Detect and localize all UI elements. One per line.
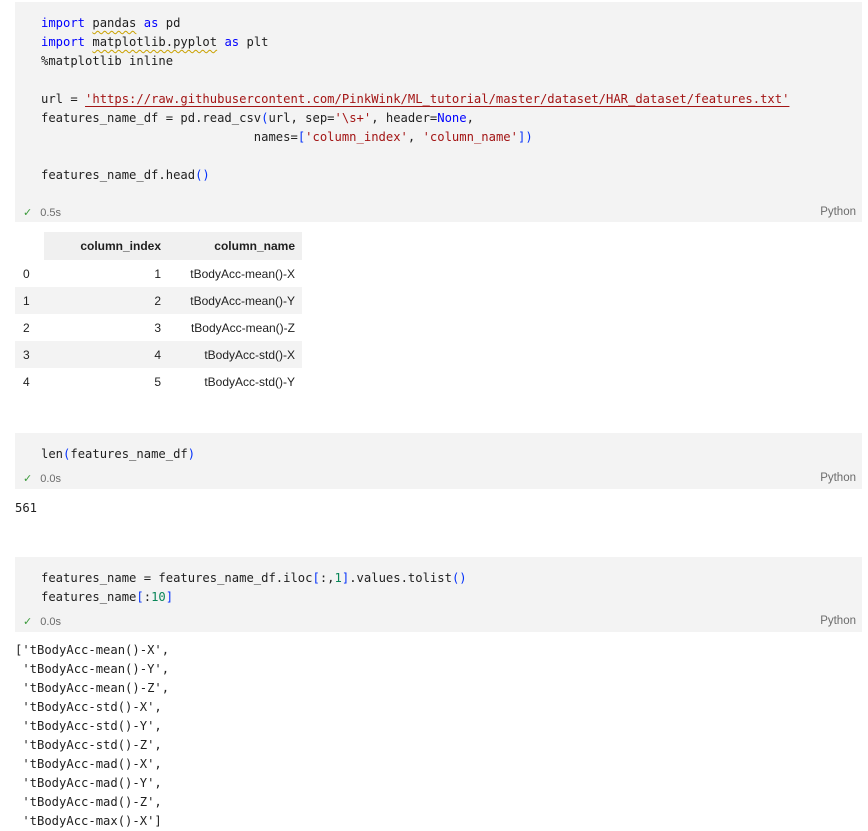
code-token: , header= bbox=[371, 111, 438, 125]
code-token: features_name bbox=[41, 590, 137, 604]
code-token: %matplotlib inline bbox=[41, 54, 174, 68]
code-token: as bbox=[143, 16, 159, 30]
code-token: ) bbox=[187, 447, 196, 461]
code-token: pandas bbox=[92, 16, 137, 30]
table-cell: 1 bbox=[44, 260, 168, 287]
table-cell: tBodyAcc-mean()-Z bbox=[168, 314, 302, 341]
row-index: 1 bbox=[15, 287, 44, 314]
table-cell: tBodyAcc-std()-X bbox=[168, 341, 302, 368]
code-token: , bbox=[466, 111, 474, 125]
exec-time: 0.0s bbox=[40, 616, 62, 628]
column-header: column_index bbox=[44, 232, 168, 260]
row-index: 0 bbox=[15, 260, 44, 287]
index-header bbox=[15, 232, 44, 260]
code-token: import bbox=[41, 16, 86, 30]
code-token: features_name_df bbox=[70, 447, 188, 461]
code-token: 1 bbox=[334, 571, 342, 585]
cell-status: ✓ 0.5s bbox=[23, 206, 61, 219]
table-row: 3 4 tBodyAcc-std()-X bbox=[15, 341, 302, 368]
code-token: url, sep= bbox=[268, 111, 335, 125]
check-icon: ✓ bbox=[23, 207, 33, 219]
row-index: 4 bbox=[15, 368, 44, 395]
table-header-row: column_index column_name bbox=[15, 232, 302, 260]
code-editor[interactable]: len(features_name_df) bbox=[41, 445, 195, 464]
code-token: features_name_df.head bbox=[41, 168, 196, 182]
code-line[interactable]: names=['column_index', 'column_name']) bbox=[41, 128, 789, 147]
table-row: 2 3 tBodyAcc-mean()-Z bbox=[15, 314, 302, 341]
table-cell: tBodyAcc-mean()-X bbox=[168, 260, 302, 287]
exec-time: 0.0s bbox=[40, 473, 62, 485]
code-token: , bbox=[407, 130, 423, 144]
table-cell: tBodyAcc-std()-Y bbox=[168, 368, 302, 395]
code-editor[interactable]: features_name = features_name_df.iloc[:,… bbox=[41, 569, 467, 607]
code-line[interactable]: features_name_df = pd.read_csv(url, sep=… bbox=[41, 109, 789, 128]
code-token: None bbox=[437, 111, 467, 125]
code-token: plt bbox=[239, 35, 269, 49]
code-token: as bbox=[224, 35, 240, 49]
code-line[interactable]: features_name_df.head() bbox=[41, 166, 789, 185]
code-token: pd bbox=[158, 16, 181, 30]
dataframe-output: column_index column_name 0 1 tBodyAcc-me… bbox=[15, 232, 302, 395]
code-token: features_name_df = pd.read_csv bbox=[41, 111, 262, 125]
code-token: len bbox=[41, 447, 64, 461]
code-token: '\s+' bbox=[334, 111, 372, 125]
language-label[interactable]: Python bbox=[820, 615, 856, 627]
code-line[interactable]: import pandas as pd bbox=[41, 14, 789, 33]
code-line[interactable]: %matplotlib inline bbox=[41, 52, 789, 71]
code-token: names= bbox=[41, 130, 298, 144]
column-header: column_name bbox=[168, 232, 302, 260]
code-cell-3[interactable]: features_name = features_name_df.iloc[:,… bbox=[15, 557, 862, 632]
check-icon: ✓ bbox=[23, 616, 33, 628]
table-row: 1 2 tBodyAcc-mean()-Y bbox=[15, 287, 302, 314]
table-cell: 5 bbox=[44, 368, 168, 395]
code-token: () bbox=[451, 571, 467, 585]
table-cell: tBodyAcc-mean()-Y bbox=[168, 287, 302, 314]
cell-output: 561 bbox=[15, 501, 38, 515]
code-token: () bbox=[195, 168, 210, 182]
code-token: ] bbox=[165, 590, 174, 604]
code-token: features_name = features_name_df.iloc bbox=[41, 571, 313, 585]
code-cell-1[interactable]: import pandas as pd import matplotlib.pyp… bbox=[15, 2, 862, 222]
code-line[interactable]: import matplotlib.pyplot as plt bbox=[41, 33, 789, 52]
code-line[interactable]: len(features_name_df) bbox=[41, 445, 195, 464]
cell-output: ['tBodyAcc-mean()-X', 'tBodyAcc-mean()-Y… bbox=[15, 643, 170, 828]
code-token: :, bbox=[319, 571, 335, 585]
code-token: [ bbox=[136, 590, 144, 604]
row-index: 3 bbox=[15, 341, 44, 368]
code-cell-2[interactable]: len(features_name_df) ✓ 0.0s Python bbox=[15, 433, 862, 489]
code-line[interactable]: url = 'https://raw.githubusercontent.com… bbox=[41, 90, 789, 109]
code-token: 'column_name' bbox=[422, 130, 518, 144]
table-row: 4 5 tBodyAcc-std()-Y bbox=[15, 368, 302, 395]
cell-status: ✓ 0.0s bbox=[23, 472, 61, 485]
language-label[interactable]: Python bbox=[820, 206, 856, 218]
code-line[interactable]: features_name[:10] bbox=[41, 588, 467, 607]
code-line[interactable] bbox=[41, 147, 789, 166]
code-token: matplotlib.pyplot bbox=[92, 35, 218, 49]
exec-time: 0.5s bbox=[40, 207, 62, 219]
code-line[interactable] bbox=[41, 71, 789, 90]
language-label[interactable]: Python bbox=[820, 472, 856, 484]
code-token: url = bbox=[41, 92, 86, 106]
code-token: 'https://raw.githubusercontent.com/PinkW… bbox=[85, 92, 790, 106]
code-token: : bbox=[143, 590, 152, 604]
code-token: 'column_index' bbox=[305, 130, 408, 144]
cell-status: ✓ 0.0s bbox=[23, 615, 61, 628]
code-token: ) bbox=[525, 130, 533, 144]
table-cell: 3 bbox=[44, 314, 168, 341]
table-cell: 2 bbox=[44, 287, 168, 314]
code-token: .values.tolist bbox=[349, 571, 452, 585]
code-token: import bbox=[41, 35, 86, 49]
row-index: 2 bbox=[15, 314, 44, 341]
table-cell: 4 bbox=[44, 341, 168, 368]
code-line[interactable]: features_name = features_name_df.iloc[:,… bbox=[41, 569, 467, 588]
check-icon: ✓ bbox=[23, 473, 33, 485]
code-editor[interactable]: import pandas as pd import matplotlib.pyp… bbox=[41, 14, 789, 185]
code-token: [ bbox=[312, 571, 320, 585]
table-row: 0 1 tBodyAcc-mean()-X bbox=[15, 260, 302, 287]
code-token: 10 bbox=[151, 590, 166, 604]
